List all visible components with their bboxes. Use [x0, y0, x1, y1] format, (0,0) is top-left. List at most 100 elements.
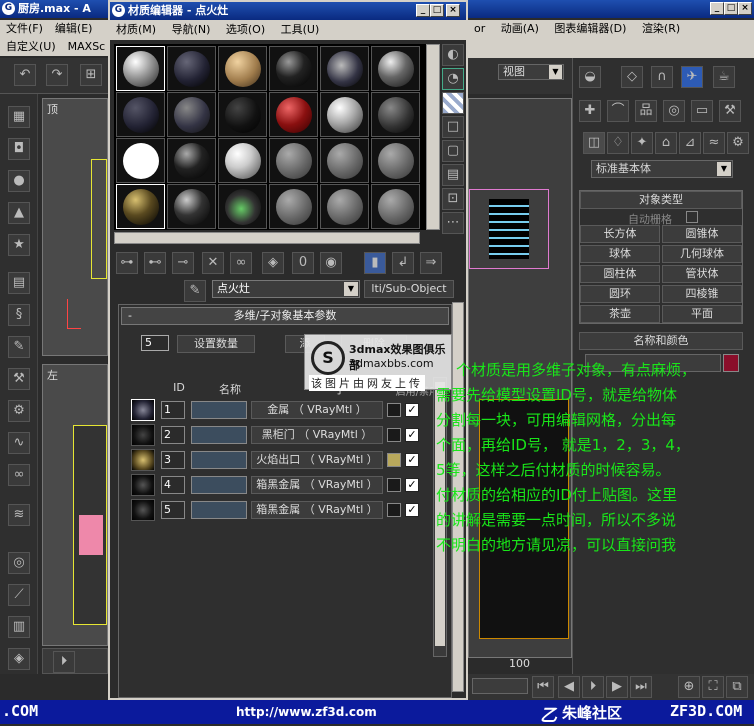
sample-type-icon[interactable]: ◐	[442, 44, 464, 66]
submaterial-name-field[interactable]	[191, 501, 247, 519]
autogrid-checkbox[interactable]	[686, 211, 698, 223]
submaterial-id-field[interactable]: 1	[161, 401, 185, 419]
sample-slot[interactable]	[371, 46, 420, 91]
geosphere-button[interactable]: 几何球体	[662, 245, 742, 263]
sample-slot[interactable]	[371, 92, 420, 137]
submaterial-enable-checkbox[interactable]: ✓	[405, 478, 419, 492]
submaterial-name-field[interactable]	[191, 476, 247, 494]
count-field[interactable]: 5	[141, 335, 169, 351]
menu-customize[interactable]: 自定义(U)	[6, 40, 56, 53]
show-end-icon[interactable]: ▮	[364, 252, 386, 274]
object-type-header[interactable]: 对象类型	[580, 191, 742, 209]
make-preview-icon[interactable]: ▤	[442, 164, 464, 186]
submaterial-preview[interactable]	[131, 499, 155, 521]
sample-slot[interactable]	[320, 138, 369, 183]
me-menu-options[interactable]: 选项(O)	[226, 23, 265, 36]
pyramid-button[interactable]: 四棱锥	[662, 285, 742, 303]
set-count-button[interactable]: 设置数量	[177, 335, 255, 353]
cylinder-button[interactable]: 圆柱体	[580, 265, 660, 283]
utilities-tab-icon[interactable]: ⚒	[719, 100, 741, 122]
sample-slot[interactable]	[218, 138, 267, 183]
submaterial-enable-checkbox[interactable]: ✓	[405, 503, 419, 517]
minimize-button[interactable]: _	[710, 2, 724, 15]
teapot-icon[interactable]: ☕	[713, 66, 735, 88]
category-dropdown[interactable]: 标准基本体 ▼	[591, 160, 733, 178]
view-dropdown[interactable]: 视图 ▼	[498, 64, 564, 80]
hierarchy-tab-icon[interactable]: 品	[635, 100, 657, 122]
sample-slot[interactable]	[116, 138, 165, 183]
scroll-icon[interactable]: ▥	[8, 616, 30, 638]
name-color-header[interactable]: 名称和颜色	[579, 332, 743, 350]
redo-icon[interactable]: ↷	[46, 64, 68, 86]
spring-icon[interactable]: §	[8, 304, 30, 326]
menu-file[interactable]: 文件(F)	[6, 22, 43, 35]
material-name-field[interactable]: 点火灶 ▼	[212, 280, 360, 298]
col-name-header[interactable]: 名称	[205, 381, 255, 397]
sample-slot[interactable]	[218, 184, 267, 229]
systems-icon[interactable]: ⚙	[727, 132, 749, 154]
uv-tiling-icon[interactable]: □	[442, 116, 464, 138]
render-icon[interactable]: ✈	[681, 66, 703, 88]
viewport-top[interactable]: 顶	[42, 98, 108, 356]
spacewarps-icon[interactable]: ≈	[703, 132, 725, 154]
sample-slot[interactable]	[269, 46, 318, 91]
submaterial-color[interactable]	[387, 453, 401, 467]
goto-start-icon[interactable]: ⏮	[532, 676, 554, 698]
submaterial-button[interactable]: 黑柜门 （ VRayMtl ）	[251, 426, 383, 444]
background-icon[interactable]	[442, 92, 464, 114]
menu-animation[interactable]: 动画(A)	[501, 22, 539, 35]
modifier-icon[interactable]: ▤	[8, 272, 30, 294]
submaterial-preview[interactable]	[131, 399, 155, 421]
play-mini-icon[interactable]: ⏵	[53, 651, 75, 673]
sample-slot[interactable]	[320, 46, 369, 91]
sample-slot[interactable]	[269, 184, 318, 229]
bucket-icon[interactable]: ◈	[8, 648, 30, 670]
submaterial-name-field[interactable]	[191, 451, 247, 469]
put-to-library-icon[interactable]: ◈	[262, 252, 284, 274]
menu-maxscript[interactable]: MAXSc	[68, 40, 106, 53]
prev-frame-icon[interactable]: ◀	[558, 676, 580, 698]
select-by-material-icon[interactable]: ⋯	[442, 212, 464, 234]
sample-slot[interactable]	[167, 46, 216, 91]
go-parent-icon[interactable]: ↲	[392, 252, 414, 274]
create-box-icon[interactable]: ▦	[8, 106, 30, 128]
sample-slot[interactable]	[167, 138, 216, 183]
display-tab-icon[interactable]: ▭	[691, 100, 713, 122]
cone-button[interactable]: 圆锥体	[662, 225, 742, 243]
sample-slot[interactable]	[371, 184, 420, 229]
submaterial-preview[interactable]	[131, 424, 155, 446]
sample-slot[interactable]	[218, 92, 267, 137]
tube-button[interactable]: 管状体	[662, 265, 742, 283]
me-maximize-button[interactable]: □	[430, 4, 444, 17]
sample-slot[interactable]	[167, 184, 216, 229]
helpers-icon[interactable]: ⊿	[679, 132, 701, 154]
submaterial-name-field[interactable]	[191, 401, 247, 419]
wrench-icon[interactable]: ⚒	[8, 368, 30, 390]
time-slider-left[interactable]: ⏵	[42, 648, 108, 674]
show-map-icon[interactable]: ◉	[320, 252, 342, 274]
teapot-button[interactable]: 茶壶	[580, 305, 660, 323]
menu-graph-editors[interactable]: 图表编辑器(D)	[554, 22, 626, 35]
submaterial-button[interactable]: 箱黑金属 （ VRayMtl ）	[251, 501, 383, 519]
make-unique-icon[interactable]: ∞	[230, 252, 252, 274]
sphere-button[interactable]: 球体	[580, 245, 660, 263]
sample-slot[interactable]	[269, 92, 318, 137]
maximize-button[interactable]: □	[724, 2, 738, 15]
curve-icon[interactable]: ∿	[8, 432, 30, 454]
sample-slot[interactable]	[116, 92, 165, 137]
me-menu-navigation[interactable]: 导航(N)	[172, 23, 211, 36]
assign-material-icon[interactable]: ⊸	[172, 252, 194, 274]
menu-edit[interactable]: 编辑(E)	[55, 22, 93, 35]
rollout-header[interactable]: - 多维/子对象基本参数	[121, 307, 449, 325]
plane-button[interactable]: 平面	[662, 305, 742, 323]
sample-slot[interactable]	[116, 184, 165, 229]
undo-icon[interactable]: ↶	[14, 64, 36, 86]
submaterial-button[interactable]: 金属 （ VRayMtl ）	[251, 401, 383, 419]
backlight-icon[interactable]: ◔	[442, 68, 464, 90]
submaterial-id-field[interactable]: 4	[161, 476, 185, 494]
slots-vertical-scrollbar[interactable]	[426, 44, 440, 230]
slots-horizontal-scrollbar[interactable]	[114, 232, 420, 244]
pencil-icon[interactable]: ✎	[8, 336, 30, 358]
submaterial-id-field[interactable]: 5	[161, 501, 185, 519]
submaterial-color[interactable]	[387, 503, 401, 517]
